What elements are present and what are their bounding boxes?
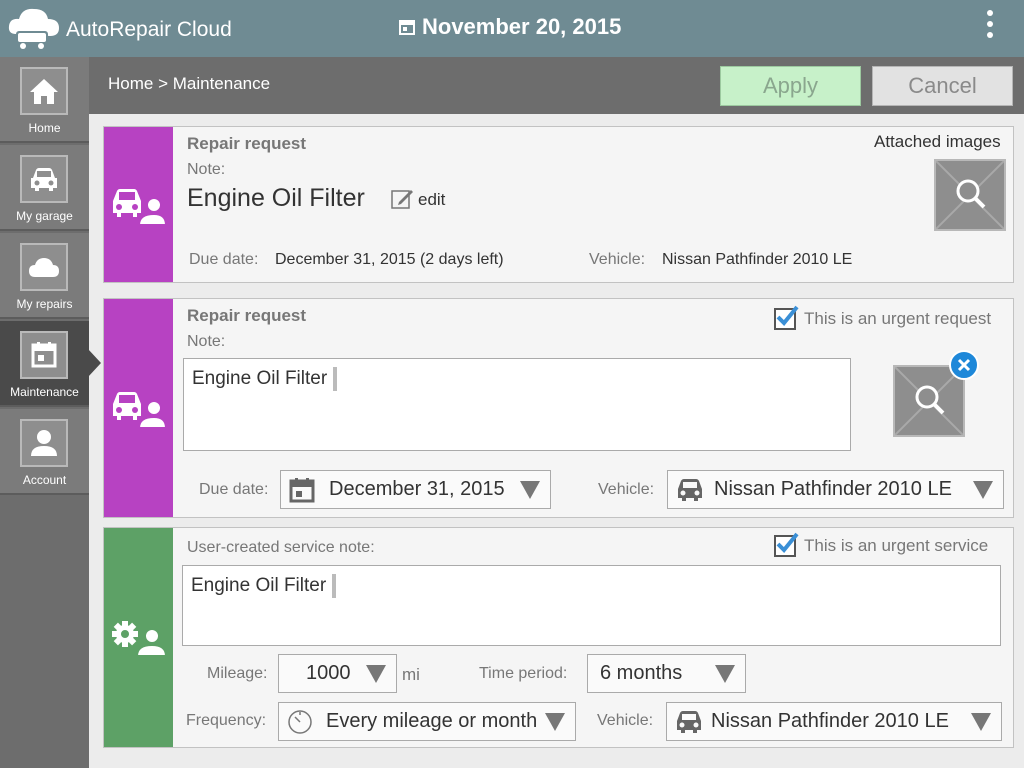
frequency-value: Every mileage or month: [326, 710, 538, 732]
text-caret: [332, 574, 337, 598]
sidebar-item-label: My garage: [16, 209, 73, 223]
image-placeholder-icon: [936, 161, 1004, 229]
sidebar-item-my-garage[interactable]: My garage: [0, 145, 89, 231]
mileage-value: 1000: [306, 662, 351, 684]
mileage-select[interactable]: 1000: [278, 654, 397, 693]
vehicle-value: Nissan Pathfinder 2010 LE: [714, 478, 952, 500]
sidebar-item-label: Account: [22, 473, 67, 487]
sidebar-item-home[interactable]: Home: [0, 57, 89, 143]
sidebar-item-maintenance[interactable]: Maintenance: [0, 321, 89, 407]
vehicle-value: Nissan Pathfinder 2010 LE: [662, 251, 853, 268]
note-text: Engine Oil Filter: [187, 184, 365, 212]
home-icon: [20, 67, 68, 115]
frequency-select[interactable]: Every mileage or month: [278, 702, 576, 741]
cancel-button[interactable]: Cancel: [872, 66, 1013, 106]
urgent-request-label: This is an urgent request: [804, 309, 992, 328]
note-label: Note:: [187, 333, 226, 350]
note-label: Note:: [187, 161, 226, 178]
text-caret: [333, 367, 338, 391]
current-date: November 20, 2015: [398, 14, 621, 40]
app-title: AutoRepair Cloud: [66, 18, 232, 41]
header-bar: Home > Maintenance Apply Cancel: [89, 57, 1024, 114]
timer-icon: [288, 709, 312, 734]
apply-button[interactable]: Apply: [720, 66, 861, 106]
time-period-label: Time period:: [479, 665, 568, 682]
date-text: November 20, 2015: [422, 14, 622, 39]
car-owner-icon: [112, 188, 167, 225]
person-icon: [20, 419, 68, 467]
card-title: Repair request: [187, 306, 307, 325]
vehicle-label: Vehicle:: [598, 481, 655, 498]
sidebar-item-label: My repairs: [16, 297, 73, 311]
breadcrumb[interactable]: Home > Maintenance: [108, 74, 270, 94]
card-title: Repair request: [187, 134, 307, 153]
calendar-icon: [20, 331, 68, 379]
car-icon: [677, 710, 701, 733]
due-date-value: December 31, 2015: [329, 478, 505, 500]
calendar-icon: [289, 477, 315, 502]
logo-icon: [8, 8, 59, 49]
service-note-textarea[interactable]: Engine Oil Filter: [182, 565, 1001, 646]
service-note-card: User-created service note: This is an ur…: [103, 527, 1014, 748]
repair-request-card-view: Repair request Note: Engine Oil Filter e…: [103, 126, 1014, 283]
sidebar-item-my-repairs[interactable]: My repairs: [0, 233, 89, 319]
attached-images-label: Attached images: [874, 132, 1001, 151]
chevron-down-icon: [545, 712, 565, 731]
vehicle-select[interactable]: Nissan Pathfinder 2010 LE: [666, 702, 1002, 741]
service-note-stripe: [104, 528, 173, 747]
due-date-picker[interactable]: December 31, 2015: [280, 470, 551, 509]
car-owner-icon: [112, 392, 167, 428]
chevron-down-icon: [973, 480, 993, 499]
car-icon: [678, 478, 702, 501]
mileage-unit: mi: [402, 665, 420, 684]
remove-image-icon[interactable]: [949, 350, 979, 380]
note-input-text: Engine Oil Filter: [191, 575, 327, 597]
calendar-icon: [399, 20, 415, 35]
more-menu-icon[interactable]: [982, 10, 998, 46]
due-date-label: Due date:: [199, 481, 269, 498]
urgent-request-checkbox[interactable]: [774, 305, 799, 330]
chevron-down-icon: [971, 712, 991, 731]
due-date-value: December 31, 2015 (2 days left): [275, 251, 504, 268]
time-period-select[interactable]: 6 months: [587, 654, 746, 693]
time-period-value: 6 months: [600, 662, 683, 684]
vehicle-value: Nissan Pathfinder 2010 LE: [711, 710, 949, 732]
frequency-label: Frequency:: [186, 712, 267, 729]
sidebar-item-account[interactable]: Account: [0, 409, 89, 495]
check-icon: [776, 305, 799, 326]
card-title: User-created service note:: [187, 539, 375, 556]
check-icon: [776, 532, 799, 553]
chevron-down-icon: [520, 480, 540, 499]
car-icon: [20, 155, 68, 203]
note-textarea[interactable]: Engine Oil Filter: [183, 358, 851, 451]
note-input-text: Engine Oil Filter: [192, 368, 328, 390]
urgent-service-label: This is an urgent service: [804, 536, 989, 555]
sidebar-item-label: Maintenance: [10, 385, 79, 399]
repair-request-stripe: [104, 127, 173, 282]
chevron-down-icon: [366, 664, 386, 683]
vehicle-label: Vehicle:: [597, 712, 654, 729]
repair-request-stripe: [104, 299, 173, 517]
edit-icon[interactable]: [390, 187, 414, 211]
edit-link[interactable]: edit: [418, 190, 445, 210]
chevron-down-icon: [715, 664, 735, 683]
attached-image-thumbnail[interactable]: [934, 159, 1006, 231]
urgent-service-checkbox[interactable]: [774, 532, 799, 557]
active-indicator: [88, 349, 101, 377]
mileage-label: Mileage:: [207, 665, 268, 682]
vehicle-label: Vehicle:: [589, 251, 646, 268]
due-date-label: Due date:: [189, 251, 259, 268]
vehicle-select[interactable]: Nissan Pathfinder 2010 LE: [667, 470, 1004, 509]
cloud-icon: [20, 243, 68, 291]
gear-person-icon: [111, 620, 167, 657]
top-bar: AutoRepair Cloud November 20, 2015: [0, 0, 1024, 57]
sidebar-item-label: Home: [28, 121, 61, 135]
repair-request-card-edit: Repair request This is an urgent request…: [103, 298, 1014, 518]
sidebar: Home My garage My repairs Maintenance Ac…: [0, 57, 89, 768]
